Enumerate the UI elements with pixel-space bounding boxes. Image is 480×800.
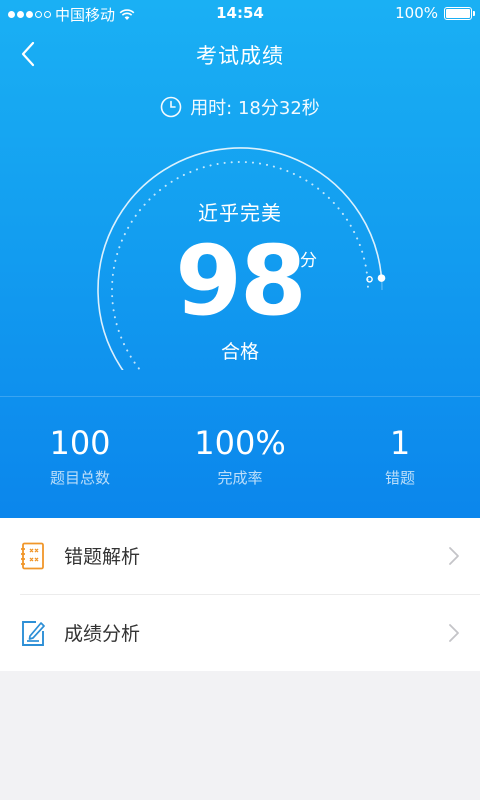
stat-total-questions: 100 题目总数 [0,397,160,518]
score-unit: 分 [300,251,317,271]
stat-value: 100% [194,424,286,462]
stat-value: 100 [49,424,111,462]
menu-item-label: 错题解析 [64,546,141,568]
score-value: 98 [175,225,307,337]
stats-row: 100 题目总数 100% 完成率 1 错题 [0,396,480,518]
edit-note-icon [22,621,45,646]
time-used: 用时: 18分32秒 [0,94,480,120]
status-bar: 中国移动 14:54 100% [0,0,480,28]
time-used-label: 用时: 18分32秒 [190,98,320,119]
menu-item-mistake-review[interactable]: 错题解析 [0,518,480,594]
chevron-right-icon [449,624,459,642]
result-menu: 错题解析 成绩分析 [0,518,480,671]
pass-status: 合格 [220,341,259,363]
score-header: 中国移动 14:54 100% 考试成绩 用时: 18分32秒 近乎完美 98 … [0,0,480,518]
nav-bar: 考试成绩 [0,28,480,80]
stat-completion-rate: 100% 完成率 [160,397,320,518]
battery-icon [444,6,475,20]
chevron-right-icon [449,547,459,565]
stat-label: 完成率 [217,469,263,487]
page-title: 考试成绩 [196,44,284,68]
score-wrap: 98 [0,222,480,340]
stat-value: 1 [389,424,411,462]
menu-item-score-analysis[interactable]: 成绩分析 [0,594,480,670]
stat-wrong-answers: 1 错题 [320,397,480,518]
battery-percent: 100% [395,4,438,22]
stat-label: 错题 [384,469,415,487]
stat-label: 题目总数 [49,469,110,487]
menu-item-label: 成绩分析 [64,623,141,645]
status-right: 100% [395,4,475,22]
mistake-notebook-icon [21,542,44,570]
clock-icon [160,96,182,118]
